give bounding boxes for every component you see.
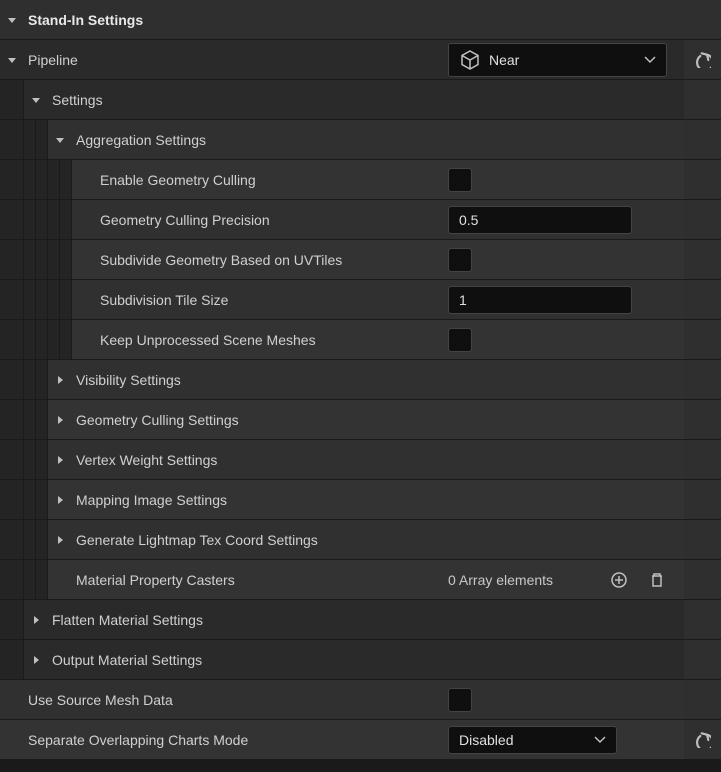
subdivision-tile-size-row: Subdivision Tile Size (0, 280, 721, 320)
enable-gc-checkbox[interactable] (448, 168, 472, 192)
keep-unprocessed-checkbox[interactable] (448, 328, 472, 352)
collapse-arrow-icon[interactable] (0, 54, 24, 66)
keep-unprocessed-label: Keep Unprocessed Scene Meshes (96, 332, 316, 348)
standin-settings-header[interactable]: Stand-In Settings (0, 0, 721, 40)
subdiv-tile-input[interactable] (448, 286, 632, 314)
aggregation-settings-row[interactable]: Aggregation Settings (0, 120, 721, 160)
settings-header[interactable]: Settings (0, 80, 721, 120)
gcp-label: Geometry Culling Precision (96, 212, 270, 228)
pipeline-value: Near (489, 52, 519, 68)
visibility-settings-row[interactable]: Visibility Settings (0, 360, 721, 400)
expand-arrow-icon[interactable] (24, 614, 48, 626)
gcp-input[interactable] (448, 206, 632, 234)
vertex-weight-settings-row[interactable]: Vertex Weight Settings (0, 440, 721, 480)
add-array-element-button[interactable] (607, 568, 631, 592)
keep-unprocessed-row: Keep Unprocessed Scene Meshes (0, 320, 721, 360)
collapse-arrow-icon[interactable] (48, 134, 72, 146)
separate-charts-dropdown[interactable]: Disabled (448, 726, 617, 754)
expand-arrow-icon[interactable] (48, 454, 72, 466)
reset-button[interactable] (691, 48, 715, 72)
socm-label: Separate Overlapping Charts Mode (24, 732, 248, 748)
oms-label: Output Material Settings (48, 652, 202, 668)
output-material-settings-row[interactable]: Output Material Settings (0, 640, 721, 680)
expand-arrow-icon[interactable] (24, 654, 48, 666)
flatten-material-settings-row[interactable]: Flatten Material Settings (0, 600, 721, 640)
usmd-label: Use Source Mesh Data (24, 692, 173, 708)
subdiv-uv-checkbox[interactable] (448, 248, 472, 272)
settings-label: Settings (48, 92, 103, 108)
gcs-label: Geometry Culling Settings (72, 412, 239, 428)
pipeline-row: Pipeline Near (0, 40, 721, 80)
chevron-down-icon (644, 54, 656, 66)
expand-arrow-icon[interactable] (48, 374, 72, 386)
collapse-arrow-icon[interactable] (24, 94, 48, 106)
subdivide-uvtiles-row: Subdivide Geometry Based on UVTiles (0, 240, 721, 280)
expand-arrow-icon[interactable] (48, 534, 72, 546)
mpc-value: 0 Array elements (448, 572, 553, 588)
geometry-culling-settings-row[interactable]: Geometry Culling Settings (0, 400, 721, 440)
vws-label: Vertex Weight Settings (72, 452, 217, 468)
subdiv-uv-label: Subdivide Geometry Based on UVTiles (96, 252, 342, 268)
mis-label: Mapping Image Settings (72, 492, 227, 508)
use-source-mesh-data-row: Use Source Mesh Data (0, 680, 721, 720)
subdiv-tile-label: Subdivision Tile Size (96, 292, 228, 308)
enable-gc-label: Enable Geometry Culling (96, 172, 256, 188)
reset-button[interactable] (691, 728, 715, 752)
enable-geometry-culling-row: Enable Geometry Culling (0, 160, 721, 200)
usmd-checkbox[interactable] (448, 688, 472, 712)
expand-arrow-icon[interactable] (48, 494, 72, 506)
fms-label: Flatten Material Settings (48, 612, 203, 628)
clear-array-button[interactable] (645, 568, 669, 592)
aggregation-label: Aggregation Settings (72, 132, 206, 148)
visibility-label: Visibility Settings (72, 372, 181, 388)
standin-title: Stand-In Settings (24, 12, 143, 28)
socm-value: Disabled (459, 732, 513, 748)
separate-overlapping-charts-row: Separate Overlapping Charts Mode Disable… (0, 720, 721, 760)
pipeline-label: Pipeline (24, 52, 78, 68)
material-property-casters-row: Material Property Casters 0 Array elemen… (0, 560, 721, 600)
generate-lightmap-settings-row[interactable]: Generate Lightmap Tex Coord Settings (0, 520, 721, 560)
chevron-down-icon (594, 734, 606, 746)
cube-icon (459, 49, 481, 71)
geometry-culling-precision-row: Geometry Culling Precision (0, 200, 721, 240)
glts-label: Generate Lightmap Tex Coord Settings (72, 532, 318, 548)
mpc-label: Material Property Casters (72, 572, 235, 588)
pipeline-dropdown[interactable]: Near (448, 43, 667, 77)
collapse-arrow-icon[interactable] (0, 14, 24, 26)
expand-arrow-icon[interactable] (48, 414, 72, 426)
mapping-image-settings-row[interactable]: Mapping Image Settings (0, 480, 721, 520)
